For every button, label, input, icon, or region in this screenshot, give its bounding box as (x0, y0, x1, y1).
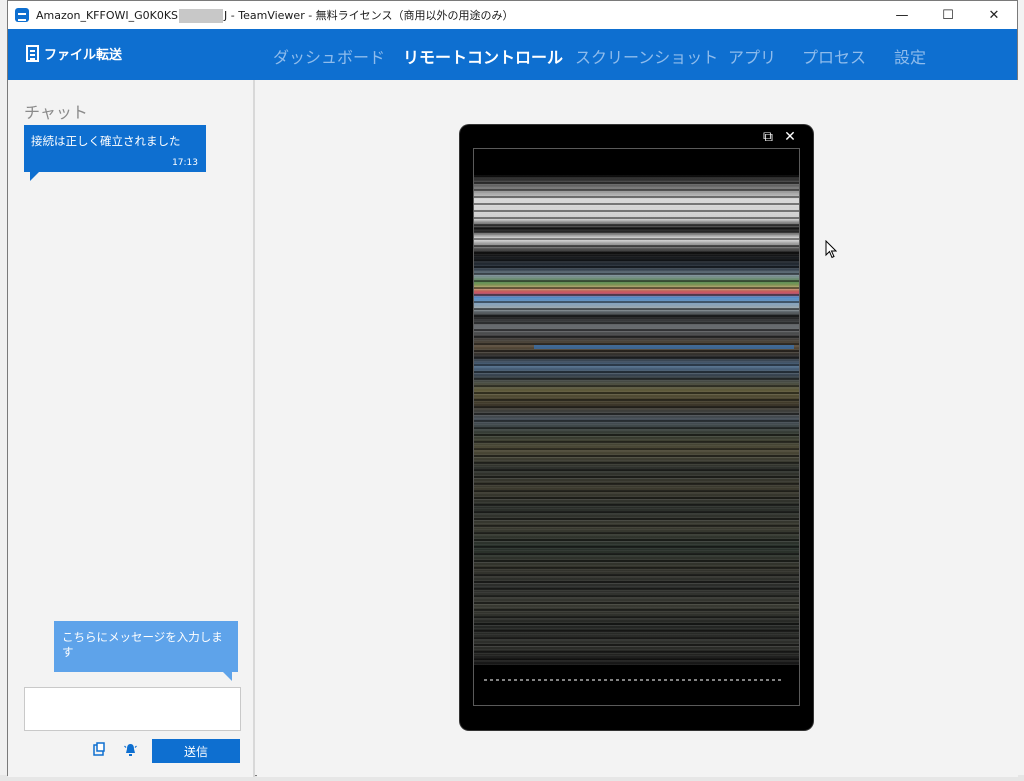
nav-bar: ファイル転送 ダッシュボード リモートコントロール スクリーンショット アプリ … (8, 29, 1017, 80)
maximize-button[interactable]: ☐ (925, 1, 971, 29)
minimize-button[interactable]: — (879, 1, 925, 29)
file-transfer-label: ファイル転送 (44, 48, 123, 63)
title-bar[interactable]: Amazon_KFFOWI_G0K0KS J - TeamViewer - 無料ラ… (8, 1, 1017, 29)
chat-message: 接続は正しく確立されました 17:13 (24, 125, 206, 181)
window-title-suffix: J - TeamViewer - 無料ライセンス（商用以外の用途のみ） (224, 9, 514, 22)
window-controls: — ☐ ✕ (879, 1, 1017, 29)
window-title-prefix: Amazon_KFFOWI_G0K0KS (36, 9, 179, 22)
chat-message-time: 17:13 (172, 158, 198, 168)
message-input[interactable] (24, 687, 241, 731)
popout-icon[interactable]: ⧉ (761, 130, 775, 144)
chat-panel: チャット 接続は正しく確立されました 17:13 こちらにメッセージを入力します… (8, 80, 255, 777)
teamviewer-app-icon (15, 8, 29, 22)
file-transfer-icon (26, 45, 39, 62)
close-button[interactable]: ✕ (971, 1, 1017, 29)
attach-file-icon[interactable] (91, 741, 107, 757)
remote-screen-artifact-dots (484, 679, 784, 681)
mouse-cursor-icon (825, 240, 837, 259)
tab-settings[interactable]: 設定 (894, 44, 926, 68)
bell-icon[interactable] (122, 741, 138, 757)
tab-dashboard[interactable]: ダッシュボード (273, 44, 385, 68)
remote-screen-scanlines (474, 175, 799, 665)
desktop-background-right (1017, 0, 1024, 781)
remote-screen-artifact (534, 345, 794, 349)
tab-screenshot[interactable]: スクリーンショット (575, 44, 718, 68)
device-frame: ⧉ ✕ (460, 125, 813, 730)
redacted-text (179, 9, 224, 23)
teamviewer-window: Amazon_KFFOWI_G0K0KS J - TeamViewer - 無料ラ… (7, 0, 1018, 777)
tab-remote-control[interactable]: リモートコントロール (403, 44, 563, 68)
input-hint-bubble: こちらにメッセージを入力します (54, 621, 238, 681)
tab-apps[interactable]: アプリ (728, 44, 776, 68)
chat-message-text: 接続は正しく確立されました (31, 134, 181, 148)
tab-processes[interactable]: プロセス (802, 44, 866, 68)
chat-title: チャット (24, 103, 88, 122)
input-hint-text: こちらにメッセージを入力します (62, 630, 223, 659)
remote-screen[interactable] (473, 148, 800, 706)
file-transfer-button[interactable]: ファイル転送 (26, 44, 122, 63)
remote-control-area: ⧉ ✕ (257, 80, 1018, 777)
send-button[interactable]: 送信 (152, 739, 240, 763)
close-icon[interactable]: ✕ (783, 130, 797, 144)
window-title: Amazon_KFFOWI_G0K0KS J - TeamViewer - 無料ラ… (36, 7, 513, 23)
